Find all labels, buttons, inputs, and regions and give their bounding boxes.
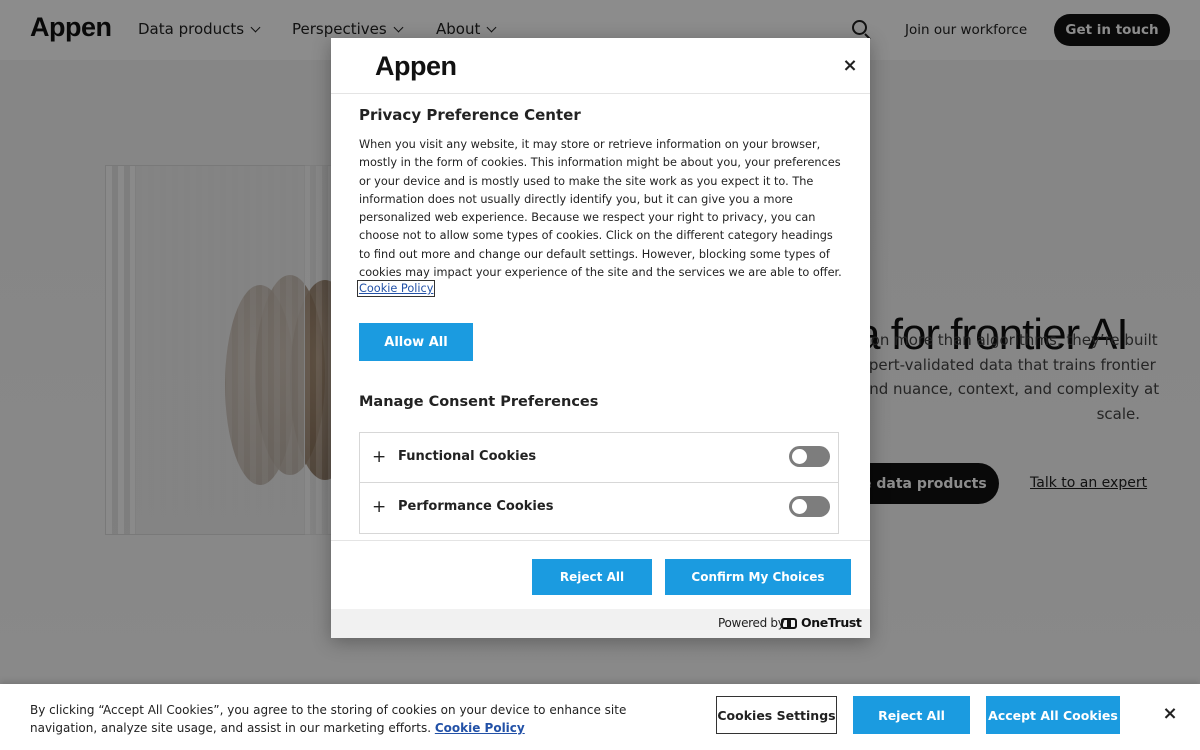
close-icon[interactable]: × (1160, 704, 1180, 724)
cookie-banner-text: By clicking “Accept All Cookies”, you ag… (30, 701, 680, 737)
onetrust-logo-text[interactable]: OneTrust (801, 615, 862, 630)
cookie-category-label: Performance Cookies (398, 499, 554, 514)
manage-consent-title: Manage Consent Preferences (359, 394, 599, 410)
plus-icon[interactable]: + (372, 447, 386, 467)
toggle-knob (792, 449, 807, 464)
cookies-settings-button[interactable]: Cookies Settings (716, 696, 837, 734)
functional-cookies-toggle[interactable] (789, 446, 830, 467)
cookie-category-performance[interactable]: + Performance Cookies (360, 483, 838, 533)
cookie-banner: By clicking “Accept All Cookies”, you ag… (0, 684, 1200, 750)
modal-body: Privacy Preference Center When you visit… (331, 94, 870, 540)
plus-icon[interactable]: + (372, 497, 386, 517)
cookie-policy-link[interactable]: Cookie Policy (356, 280, 436, 297)
privacy-preference-center: Appen × Privacy Preference Center When y… (331, 38, 870, 638)
cookie-category-label: Functional Cookies (398, 449, 537, 464)
close-icon[interactable]: × (841, 57, 859, 75)
cookie-policy-link[interactable]: Cookie Policy (435, 721, 525, 735)
privacy-center-title: Privacy Preference Center (359, 106, 581, 124)
cookie-banner-message: By clicking “Accept All Cookies”, you ag… (30, 703, 627, 735)
modal-logo: Appen (375, 51, 457, 81)
accept-all-cookies-button[interactable]: Accept All Cookies (986, 696, 1120, 734)
cookie-category-list: + Functional Cookies + Performance Cooki… (359, 432, 839, 534)
confirm-choices-button[interactable]: Confirm My Choices (665, 559, 851, 595)
powered-by-bar: Powered by OneTrust (331, 609, 870, 638)
toggle-knob (792, 499, 807, 514)
performance-cookies-toggle[interactable] (789, 496, 830, 517)
modal-footer: Reject All Confirm My Choices (331, 540, 870, 609)
powered-by-label: Powered by (718, 616, 785, 630)
allow-all-button[interactable]: Allow All (359, 323, 473, 361)
banner-reject-all-button[interactable]: Reject All (853, 696, 970, 734)
privacy-center-description: When you visit any website, it may store… (359, 138, 842, 280)
cookie-category-functional[interactable]: + Functional Cookies (360, 433, 838, 483)
modal-header: Appen × (331, 38, 870, 94)
reject-all-button[interactable]: Reject All (532, 559, 652, 595)
onetrust-logo-icon (781, 618, 797, 629)
